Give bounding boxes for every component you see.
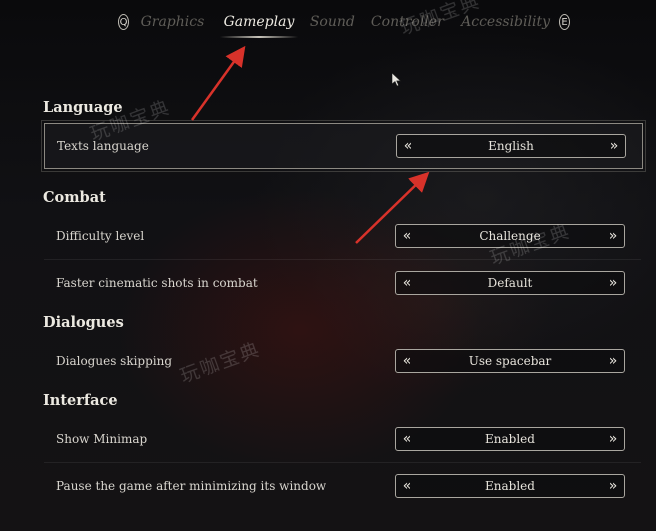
selector-value: Enabled bbox=[485, 479, 535, 493]
double-chevron-right-icon[interactable]: » bbox=[602, 350, 624, 372]
double-chevron-right-icon[interactable]: » bbox=[603, 135, 625, 157]
setting-label: Faster cinematic shots in combat bbox=[56, 276, 258, 290]
prev-tab-key-hint[interactable]: Q bbox=[118, 14, 129, 30]
double-chevron-left-icon[interactable]: « bbox=[396, 475, 418, 497]
mouse-pointer-icon bbox=[392, 73, 402, 87]
setting-row-texts-language[interactable]: Texts language « English » bbox=[41, 120, 646, 172]
difficulty-level-selector[interactable]: « Challenge » bbox=[395, 224, 625, 248]
section-title-dialogues: Dialogues bbox=[43, 314, 124, 331]
double-chevron-left-icon[interactable]: « bbox=[396, 428, 418, 450]
pause-after-minimizing-selector[interactable]: « Enabled » bbox=[395, 474, 625, 498]
tab-graphics[interactable]: Graphics bbox=[141, 14, 205, 30]
setting-label: Dialogues skipping bbox=[56, 354, 173, 368]
selector-value: Default bbox=[487, 276, 533, 290]
double-chevron-left-icon[interactable]: « bbox=[396, 272, 418, 294]
setting-row-difficulty-level[interactable]: Difficulty level « Challenge » bbox=[44, 213, 641, 260]
setting-label: Difficulty level bbox=[56, 229, 145, 243]
double-chevron-right-icon[interactable]: » bbox=[602, 225, 624, 247]
section-title-language: Language bbox=[43, 99, 123, 116]
setting-row-faster-cinematic-shots[interactable]: Faster cinematic shots in combat « Defau… bbox=[44, 260, 641, 306]
show-minimap-selector[interactable]: « Enabled » bbox=[395, 427, 625, 451]
double-chevron-right-icon[interactable]: » bbox=[602, 475, 624, 497]
next-tab-key-hint[interactable]: E bbox=[558, 14, 570, 30]
faster-cinematic-shots-selector[interactable]: « Default » bbox=[395, 271, 625, 295]
setting-label: Pause the game after minimizing its wind… bbox=[56, 479, 327, 493]
section-interface: Interface Show Minimap « Enabled » Pause… bbox=[42, 390, 642, 509]
setting-row-show-minimap[interactable]: Show Minimap « Enabled » bbox=[44, 416, 641, 463]
setting-row-pause-after-minimizing[interactable]: Pause the game after minimizing its wind… bbox=[44, 463, 641, 509]
double-chevron-left-icon[interactable]: « bbox=[396, 225, 418, 247]
tab-accessibility[interactable]: Accessibility bbox=[461, 14, 550, 30]
selector-value: Use spacebar bbox=[468, 354, 552, 368]
section-title-interface: Interface bbox=[43, 392, 118, 409]
tab-gameplay[interactable]: Gameplay bbox=[219, 14, 299, 38]
selector-value: English bbox=[488, 139, 534, 153]
setting-label: Show Minimap bbox=[56, 432, 148, 446]
double-chevron-right-icon[interactable]: » bbox=[602, 428, 624, 450]
setting-label: Texts language bbox=[57, 139, 149, 153]
section-language: Language Texts language « English » bbox=[41, 97, 646, 172]
dialogues-skipping-selector[interactable]: « Use spacebar » bbox=[395, 349, 625, 373]
selector-value: Enabled bbox=[485, 432, 535, 446]
texts-language-selector[interactable]: « English » bbox=[396, 134, 626, 158]
prev-tab-key-label: Q bbox=[119, 16, 128, 28]
gameplay-settings-list: Language Texts language « English » Comb… bbox=[41, 97, 646, 509]
double-chevron-left-icon[interactable]: « bbox=[396, 350, 418, 372]
tab-controller[interactable]: Controller bbox=[371, 14, 444, 30]
settings-tab-bar: Q Graphics Gameplay Sound Controller Acc… bbox=[118, 8, 570, 38]
next-tab-key-label: E bbox=[561, 16, 568, 28]
setting-row-dialogues-skipping[interactable]: Dialogues skipping « Use spacebar » bbox=[44, 338, 641, 384]
section-dialogues: Dialogues Dialogues skipping « Use space… bbox=[42, 312, 642, 384]
section-combat: Combat Difficulty level « Challenge » Fa… bbox=[42, 187, 642, 306]
selector-value: Challenge bbox=[479, 229, 541, 243]
section-title-combat: Combat bbox=[43, 189, 106, 206]
double-chevron-right-icon[interactable]: » bbox=[602, 272, 624, 294]
double-chevron-left-icon[interactable]: « bbox=[397, 135, 419, 157]
tab-sound[interactable]: Sound bbox=[310, 14, 355, 30]
